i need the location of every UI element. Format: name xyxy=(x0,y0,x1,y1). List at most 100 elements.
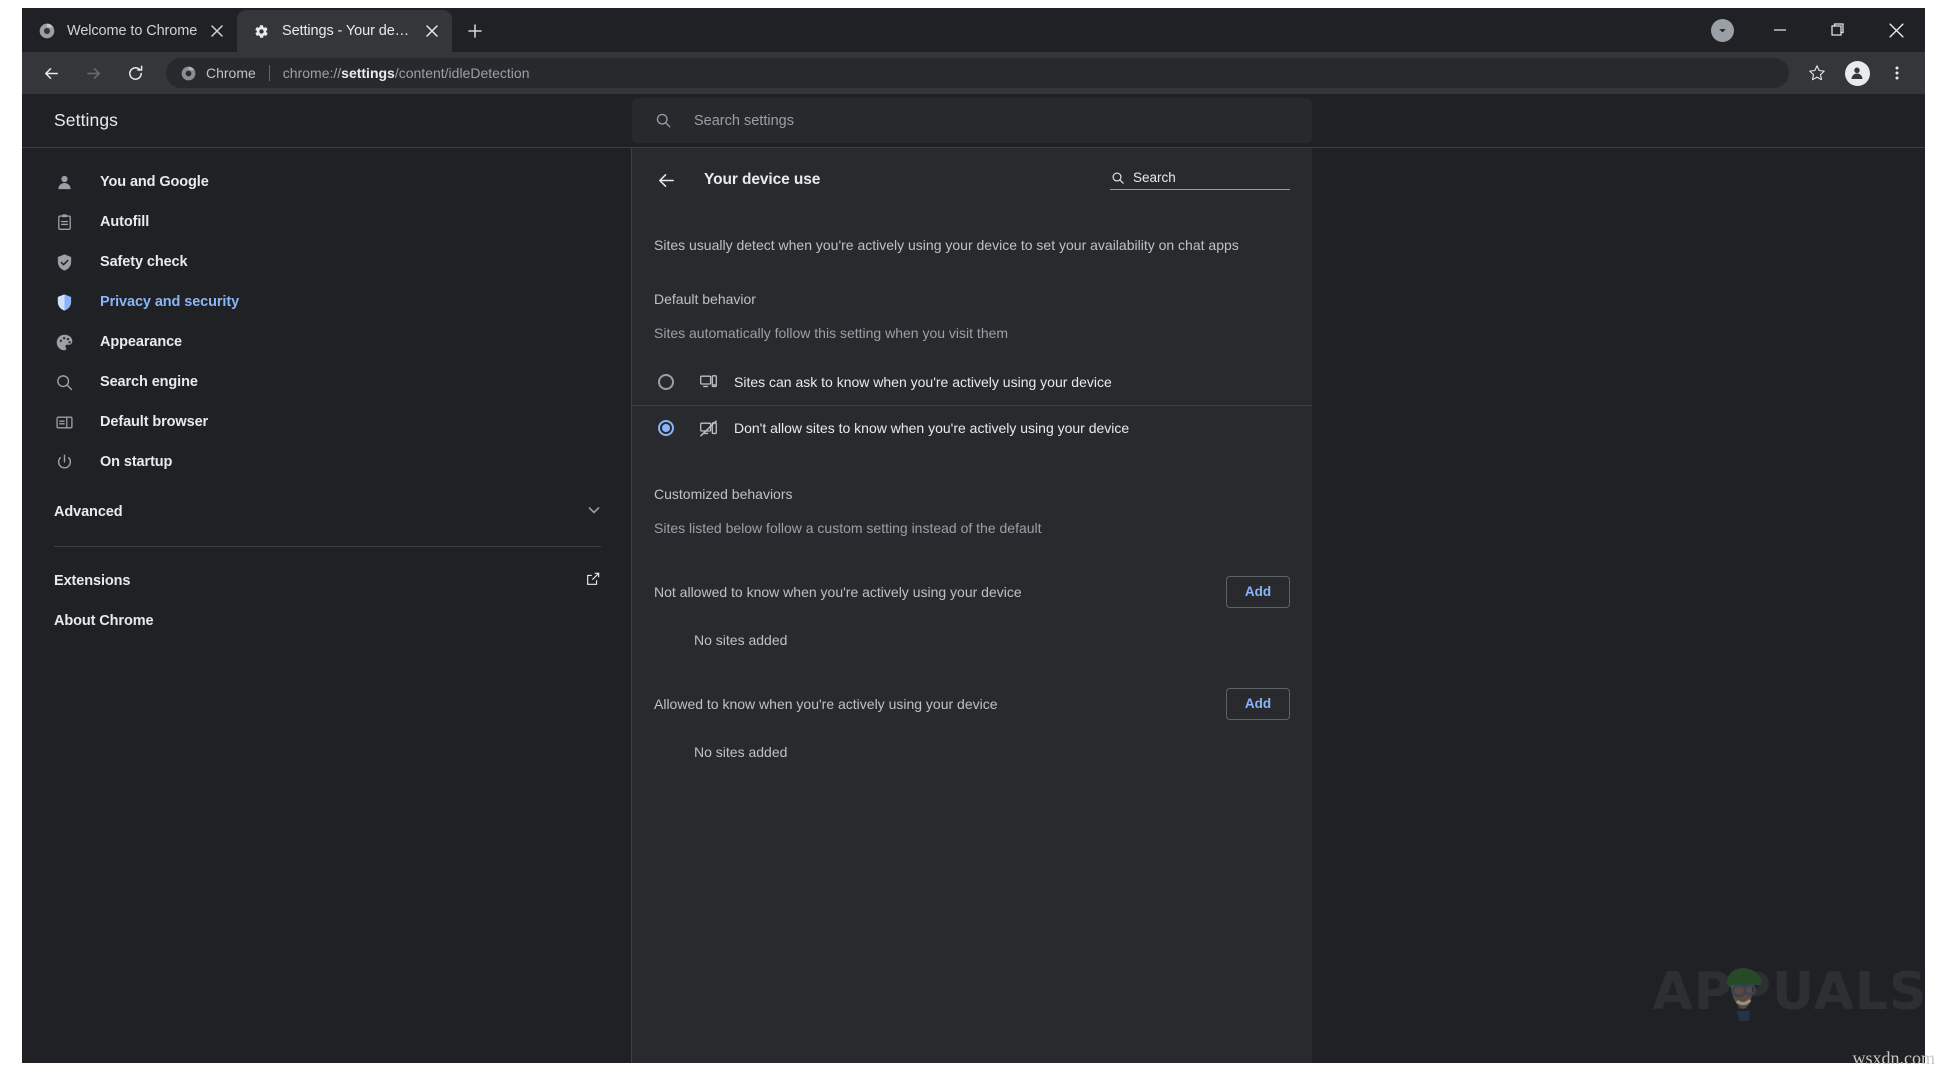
watermark-mascot-icon xyxy=(1719,963,1771,1021)
search-icon xyxy=(1110,170,1125,185)
radio-option-label: Don't allow sites to know when you're ac… xyxy=(734,420,1129,436)
device-use-icon xyxy=(698,372,718,392)
person-icon xyxy=(54,172,74,192)
default-behavior-subtext: Sites automatically follow this setting … xyxy=(632,325,1312,341)
screenshot-root: Welcome to Chrome Settings - Your device… xyxy=(0,0,1941,1071)
custom-group-label: Allowed to know when you're actively usi… xyxy=(654,696,1226,712)
sidebar-item-label: Search engine xyxy=(100,374,198,390)
sidebar-item-about-chrome[interactable]: About Chrome xyxy=(22,601,631,641)
subpage-title: Your device use xyxy=(704,171,1110,189)
settings-page: Settings Search settings xyxy=(22,94,1925,1063)
back-arrow-icon[interactable] xyxy=(654,168,678,192)
shield-check-icon xyxy=(54,252,74,272)
radio-button[interactable] xyxy=(658,420,674,436)
browser-tab-1[interactable]: Settings - Your device use xyxy=(237,10,452,52)
search-settings-placeholder: Search settings xyxy=(694,113,794,129)
external-link-icon xyxy=(585,571,601,592)
star-icon[interactable] xyxy=(1800,56,1834,90)
custom-group-not-allowed: Not allowed to know when you're actively… xyxy=(632,574,1312,610)
watermark-brand-text: APPUALS xyxy=(1653,962,1925,1022)
address-bar[interactable]: Chrome chrome://settings/content/idleDet… xyxy=(166,58,1789,88)
omnibox-url: chrome://settings/content/idleDetection xyxy=(283,65,530,81)
back-button[interactable] xyxy=(34,56,68,90)
power-icon xyxy=(54,452,74,472)
minimize-button[interactable] xyxy=(1751,8,1809,52)
sidebar-item-search-engine[interactable]: Search engine xyxy=(22,362,631,402)
device-use-card: Your device use Search xyxy=(632,148,1312,1063)
omnibox-scheme-label: Chrome xyxy=(206,65,256,81)
window-controls xyxy=(1693,8,1925,52)
sidebar-item-safety-check[interactable]: Safety check xyxy=(22,242,631,282)
chrome-icon xyxy=(180,65,196,81)
browser-tab-0[interactable]: Welcome to Chrome xyxy=(22,10,237,52)
customized-behaviors-subtext: Sites listed below follow a custom setti… xyxy=(632,520,1312,536)
sidebar-item-label: About Chrome xyxy=(54,613,601,629)
page-description: Sites usually detect when you're activel… xyxy=(632,236,1312,256)
shield-icon xyxy=(54,292,74,312)
device-use-blocked-icon xyxy=(698,418,718,438)
close-window-button[interactable] xyxy=(1867,8,1925,52)
page-title: Settings xyxy=(54,110,118,131)
browser-window-icon xyxy=(54,412,74,432)
profile-avatar-icon xyxy=(1845,61,1870,86)
radio-button[interactable] xyxy=(658,374,674,390)
default-behavior-heading: Default behavior xyxy=(632,291,1312,307)
omnibox-separator xyxy=(269,65,270,81)
sidebar-item-you-and-google[interactable]: You and Google xyxy=(22,162,631,202)
profile-chevron-button[interactable] xyxy=(1693,8,1751,52)
settings-body: You and Google Autofill xyxy=(22,148,1925,1063)
url-prefix: chrome:// xyxy=(283,65,341,81)
reload-button[interactable] xyxy=(118,56,152,90)
chevron-down-icon xyxy=(587,503,601,522)
page-search-input[interactable]: Search xyxy=(1110,170,1290,190)
chrome-icon xyxy=(38,23,55,40)
avatar[interactable] xyxy=(1840,56,1874,90)
sidebar-item-on-startup[interactable]: On startup xyxy=(22,442,631,482)
url-bold-segment: settings xyxy=(341,65,395,81)
palette-icon xyxy=(54,332,74,352)
radio-option-sites-can-ask[interactable]: Sites can ask to know when you're active… xyxy=(632,359,1312,405)
default-behavior-radio-group: Sites can ask to know when you're active… xyxy=(632,359,1312,451)
sidebar-item-autofill[interactable]: Autofill xyxy=(22,202,631,242)
clipboard-icon xyxy=(54,212,74,232)
settings-content: Your device use Search xyxy=(632,148,1925,1063)
tab-title: Settings - Your device use xyxy=(282,23,416,39)
tab-strip: Welcome to Chrome Settings - Your device… xyxy=(22,8,1925,52)
sidebar-item-label: Default browser xyxy=(100,414,208,430)
sidebar-item-privacy-and-security[interactable]: Privacy and security xyxy=(22,282,631,322)
sidebar-item-appearance[interactable]: Appearance xyxy=(22,322,631,362)
search-settings-input[interactable]: Search settings xyxy=(632,98,1312,143)
close-icon[interactable] xyxy=(207,21,227,41)
close-icon[interactable] xyxy=(422,21,442,41)
page-search-placeholder: Search xyxy=(1133,170,1176,185)
subpage-header: Your device use Search xyxy=(632,148,1312,212)
browser-toolbar: Chrome chrome://settings/content/idleDet… xyxy=(22,52,1925,94)
toolbar-right-actions xyxy=(1797,56,1917,90)
sidebar-item-label: On startup xyxy=(100,454,172,470)
radio-option-label: Sites can ask to know when you're active… xyxy=(734,374,1112,390)
new-tab-button[interactable] xyxy=(460,16,490,46)
forward-button[interactable] xyxy=(76,56,110,90)
chevron-down-icon xyxy=(1711,19,1734,42)
maximize-button[interactable] xyxy=(1809,8,1867,52)
chrome-browser-window: Welcome to Chrome Settings - Your device… xyxy=(22,8,1925,1063)
sidebar-item-advanced[interactable]: Advanced xyxy=(22,492,631,532)
site-credit-watermark: wsxdn.com xyxy=(1853,1048,1936,1069)
sidebar-item-label: You and Google xyxy=(100,174,209,190)
add-button-not-allowed[interactable]: Add xyxy=(1226,576,1290,608)
appuals-watermark: APPUALS xyxy=(1675,957,1905,1027)
customized-behaviors-heading: Customized behaviors xyxy=(632,486,1312,502)
sidebar-divider xyxy=(54,546,601,547)
search-icon xyxy=(54,372,74,392)
settings-header: Settings Search settings xyxy=(22,94,1925,148)
tab-title: Welcome to Chrome xyxy=(67,23,201,39)
sidebar-item-default-browser[interactable]: Default browser xyxy=(22,402,631,442)
chrome-menu-button[interactable] xyxy=(1880,56,1914,90)
sidebar-item-extensions[interactable]: Extensions xyxy=(22,561,631,601)
settings-sidebar: You and Google Autofill xyxy=(22,148,632,1063)
gear-icon xyxy=(253,23,270,40)
sidebar-item-label: Extensions xyxy=(54,573,585,589)
add-button-allowed[interactable]: Add xyxy=(1226,688,1290,720)
radio-option-dont-allow[interactable]: Don't allow sites to know when you're ac… xyxy=(632,405,1312,451)
url-suffix: /content/idleDetection xyxy=(395,65,530,81)
